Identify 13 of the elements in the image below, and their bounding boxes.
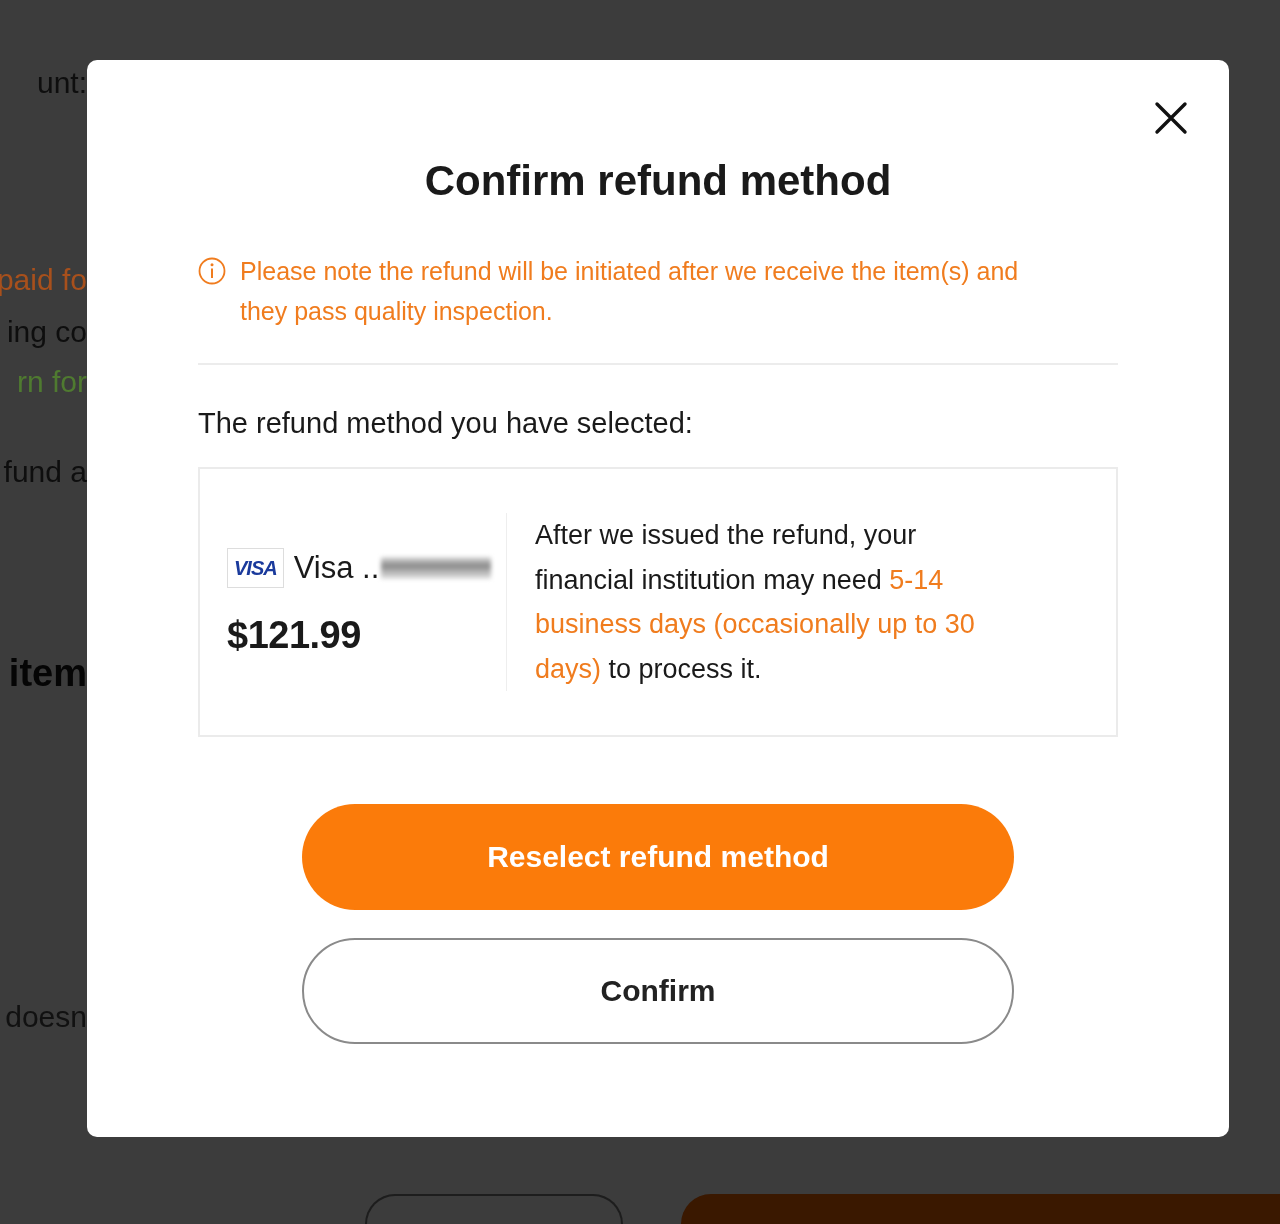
close-icon bbox=[1154, 101, 1188, 135]
dialog-title: Confirm refund method bbox=[423, 156, 893, 206]
confirm-button[interactable]: Confirm bbox=[302, 938, 1014, 1044]
notice-text: Please note the refund will be initiated after we receive the item(s) and they pass quality inspection. bbox=[240, 256, 1020, 327]
background-text: item bbox=[8, 652, 87, 695]
info-icon bbox=[198, 257, 226, 285]
refund-info-text: After we issued the refund, your financial institution may need 5-14 business days (occasionally up to 30 days) to process it. bbox=[535, 519, 976, 686]
section-label: The refund method you have selected: bbox=[198, 406, 694, 441]
card-logo: VISA bbox=[227, 547, 284, 588]
close-button[interactable] bbox=[1153, 100, 1189, 136]
card-name: Visa .. bbox=[293, 549, 380, 586]
refund-amount: $121.99 bbox=[227, 613, 362, 657]
background-text: rn for bbox=[16, 365, 87, 399]
